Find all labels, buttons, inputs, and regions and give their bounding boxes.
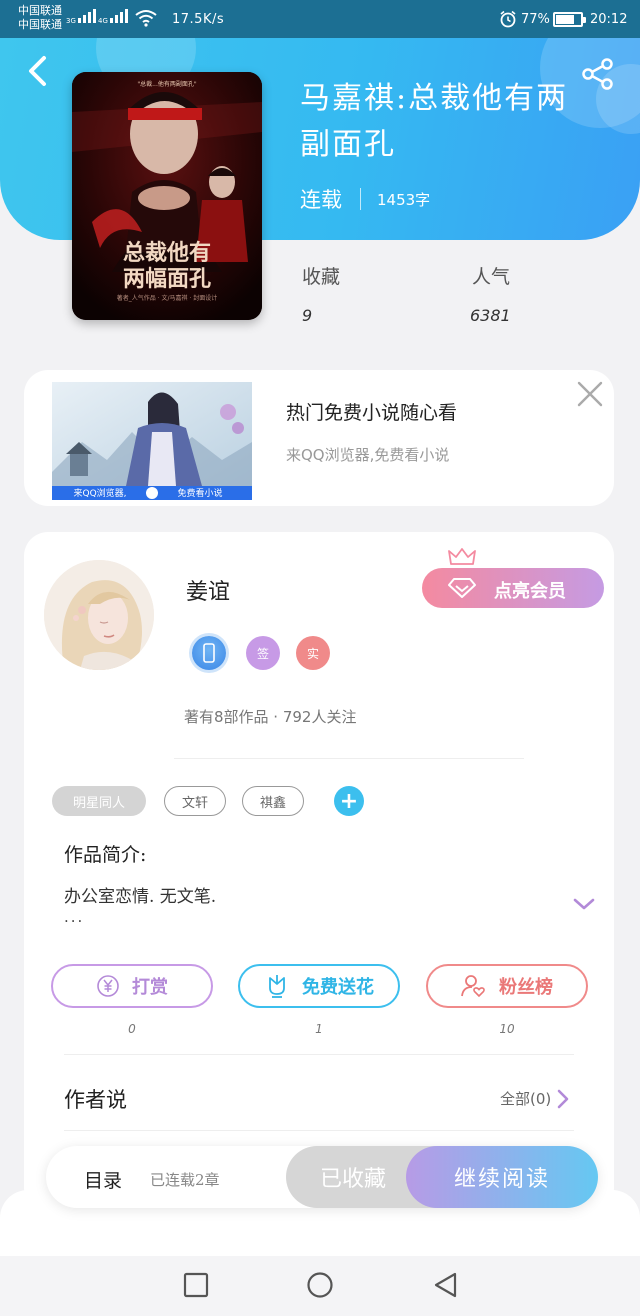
intro-text: 办公室恋情. 无文笔.	[64, 887, 217, 907]
read-bar: 目录 已连载2章 已收藏 继续阅读	[46, 1146, 598, 1208]
stat-popularity-value: 6381	[470, 306, 511, 325]
fans-count: 10	[499, 1022, 515, 1036]
send-flower-label: 免费送花	[302, 977, 374, 998]
fans-ranking-label: 粉丝榜	[499, 977, 553, 998]
add-tag-button[interactable]: +	[334, 786, 364, 816]
author-says-all-link[interactable]: 全部(0)	[500, 1088, 569, 1109]
ad-banner-image: 来QQ浏览器, 免费看小说	[52, 382, 252, 500]
book-cover[interactable]: "总裁...他有两副面孔" 总裁他有 两幅面孔 著者_人气作品 · 文/马嘉祺 …	[72, 72, 262, 320]
divider	[64, 1130, 574, 1131]
carrier-1: 中国联通	[18, 4, 62, 17]
author-card: 姜谊 签 实 点亮会员 著有8部作品 · 792人关注 明星同人 文轩 祺鑫 +…	[24, 532, 614, 1212]
ad-banner-text-right: 免费看小说	[177, 487, 222, 499]
fans-icon	[461, 975, 485, 998]
diamond-icon	[448, 578, 476, 598]
word-count: 1453字	[377, 190, 431, 209]
continue-reading-button[interactable]: 继续阅读	[406, 1146, 598, 1208]
battery-fill	[556, 15, 574, 24]
alarm-icon	[500, 10, 516, 28]
author-works-info: 著有8部作品 · 792人关注	[184, 708, 357, 726]
flower-icon	[269, 975, 285, 998]
stat-popularity-label: 人气	[472, 266, 511, 288]
carrier-2: 中国联通	[18, 18, 62, 31]
chevron-down-icon[interactable]	[572, 896, 596, 912]
tag-qixin[interactable]: 祺鑫	[242, 786, 304, 816]
book-status-row: 连载 1453字	[300, 184, 430, 214]
stat-favorites-value: 9	[302, 306, 313, 325]
phone-icon	[203, 643, 215, 663]
wifi-icon	[135, 10, 157, 27]
back-nav-icon[interactable]	[431, 1270, 461, 1300]
vip-button-label: 点亮会员	[494, 581, 566, 602]
author-says-title: 作者说	[64, 1088, 127, 1112]
ad-card[interactable]: 来QQ浏览器, 免费看小说 热门免费小说随心看 来QQ浏览器,免费看小说	[24, 370, 614, 506]
divider	[360, 188, 361, 210]
signal-1-icon: 3G	[66, 9, 96, 25]
carrier-labels: 中国联通 中国联通	[18, 4, 62, 32]
serial-status: 连载	[300, 188, 342, 212]
tip-button-label: 打赏	[132, 977, 168, 998]
back-icon[interactable]	[24, 54, 50, 88]
battery-percent: 77%	[521, 12, 550, 27]
flower-count: 1	[315, 1022, 323, 1036]
cover-caption: 著者_人气作品 · 文/马嘉祺 · 封面设计	[117, 294, 217, 302]
battery-icon	[553, 12, 586, 27]
all-link-label: 全部(0)	[500, 1090, 552, 1108]
yuan-icon	[97, 975, 119, 997]
crown-icon	[448, 548, 476, 565]
ad-banner-text-left: 来QQ浏览器,	[73, 487, 126, 499]
phone-badge-icon[interactable]	[192, 636, 226, 670]
home-icon[interactable]	[305, 1270, 335, 1300]
ad-banner-art: 来QQ浏览器, 免费看小说	[52, 382, 252, 500]
cover-title-1: 总裁他有	[123, 240, 211, 266]
cover-top-text: "总裁...他有两副面孔"	[137, 80, 196, 88]
send-flower-button[interactable]: 免费送花	[238, 964, 400, 1008]
network-type-2: 4G	[98, 17, 108, 25]
cover-title-2: 两幅面孔	[123, 266, 211, 292]
chapters-status: 已连载2章	[150, 1171, 220, 1189]
tip-button[interactable]: 打赏	[51, 964, 213, 1008]
fans-ranking-button[interactable]: 粉丝榜	[426, 964, 588, 1008]
divider	[64, 1054, 574, 1055]
sign-badge-icon[interactable]: 签	[246, 636, 280, 670]
tip-count: 0	[128, 1022, 136, 1036]
activate-vip-button[interactable]: 点亮会员	[422, 568, 604, 608]
tag-wenxuan[interactable]: 文轩	[164, 786, 226, 816]
real-name-badge-icon[interactable]: 实	[296, 636, 330, 670]
clock: 20:12	[590, 12, 628, 27]
recent-apps-icon[interactable]	[181, 1270, 211, 1300]
signal-2-icon: 4G	[98, 9, 128, 25]
intro-ellipsis: ...	[64, 908, 85, 926]
network-type-1: 3G	[66, 17, 76, 25]
intro-title: 作品简介:	[64, 844, 147, 866]
status-bar: 中国联通 中国联通 3G 4G 17.5K/s 77% 20:12	[0, 0, 640, 38]
chevron-right-icon	[557, 1089, 569, 1108]
book-title: 马嘉祺:总裁他有两副面孔	[300, 81, 569, 162]
author-name[interactable]: 姜谊	[186, 574, 230, 606]
avatar-art	[44, 560, 154, 670]
system-nav-bar	[0, 1256, 640, 1316]
stat-favorites-label: 收藏	[302, 266, 341, 288]
tag-star-fanfic[interactable]: 明星同人	[52, 786, 146, 816]
divider	[174, 758, 524, 759]
table-of-contents-button[interactable]: 目录	[84, 1166, 122, 1193]
cover-art: "总裁...他有两副面孔" 总裁他有 两幅面孔 著者_人气作品 · 文/马嘉祺 …	[72, 72, 262, 320]
ad-title: 热门免费小说随心看	[286, 402, 458, 424]
network-speed: 17.5K/s	[172, 12, 225, 27]
avatar[interactable]	[44, 560, 154, 670]
close-icon[interactable]	[572, 376, 608, 412]
ad-subtitle: 来QQ浏览器,免费看小说	[286, 446, 450, 464]
